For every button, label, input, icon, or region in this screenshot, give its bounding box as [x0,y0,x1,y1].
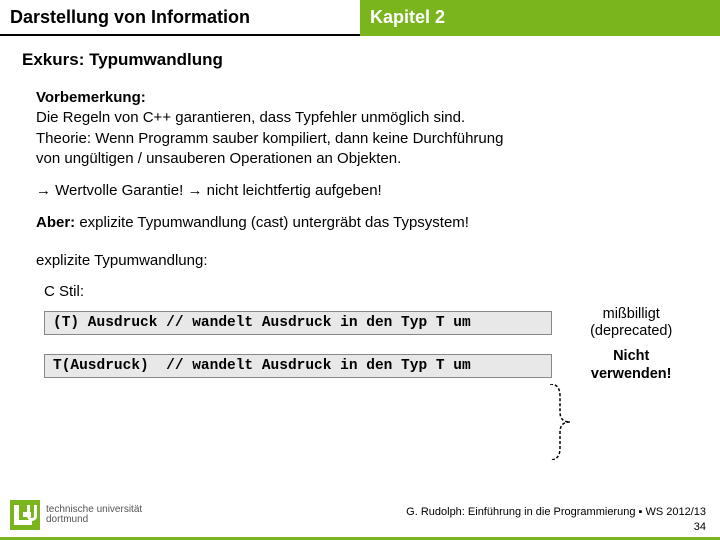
garantie-line: → Wertvolle Garantie! → nicht leichtfert… [36,181,698,201]
vorbemerkung-label: Vorbemerkung: [36,89,146,106]
annot2-l1: Nicht [613,348,649,364]
slide-header: Darstellung von Information Kapitel 2 [0,0,720,36]
aber-text: explizite Typumwandlung (cast) untergräb… [75,214,469,231]
tu-dortmund-logo: technische universität dortmund [10,500,142,530]
annotation-deprecated: mißbilligt (deprecated) [552,306,698,341]
annotation-dont-use: Nicht verwenden! [552,348,698,383]
brace-icon [548,384,572,460]
annot1-l2: (deprecated) [590,323,672,339]
logo-mark-icon [10,500,40,530]
aber-line: Aber: explizite Typumwandlung (cast) unt… [36,213,698,233]
section-subtitle: Exkurs: Typumwandlung [22,50,698,70]
vorbemerkung-line3: von ungültigen / unsauberen Operationen … [36,150,401,167]
annot2-l2: verwenden! [591,366,672,382]
logo-text: technische universität dortmund [46,505,142,526]
header-title-right: Kapitel 2 [360,0,720,36]
explicit-label: explizite Typumwandlung: [36,252,698,269]
cstil-label: C Stil: [44,283,698,300]
slide-footer: G. Rudolph: Einführung in die Programmie… [406,505,706,534]
header-title-left: Darstellung von Information [0,0,360,36]
slide-content: Exkurs: Typumwandlung Vorbemerkung: Die … [0,36,720,383]
code-box-2: T(Ausdruck) // wandelt Ausdruck in den T… [44,354,552,378]
logo-line2: dortmund [46,514,88,525]
logo-line1: technische universität [46,504,142,515]
footer-line: G. Rudolph: Einführung in die Programmie… [406,506,706,518]
aber-label: Aber: [36,214,75,231]
vorbemerkung-line2: Theorie: Wenn Programm sauber kompiliert… [36,130,503,147]
code-box-1: (T) Ausdruck // wandelt Ausdruck in den … [44,311,552,335]
code-row-1: (T) Ausdruck // wandelt Ausdruck in den … [44,306,698,341]
code-row-2: T(Ausdruck) // wandelt Ausdruck in den T… [44,348,698,383]
annot1-l1: mißbilligt [603,306,660,322]
vorbemerkung-line1: Die Regeln von C++ garantieren, dass Typ… [36,109,465,126]
vorbemerkung-block: Vorbemerkung: Die Regeln von C++ garanti… [36,88,698,169]
footer-page: 34 [694,521,706,533]
